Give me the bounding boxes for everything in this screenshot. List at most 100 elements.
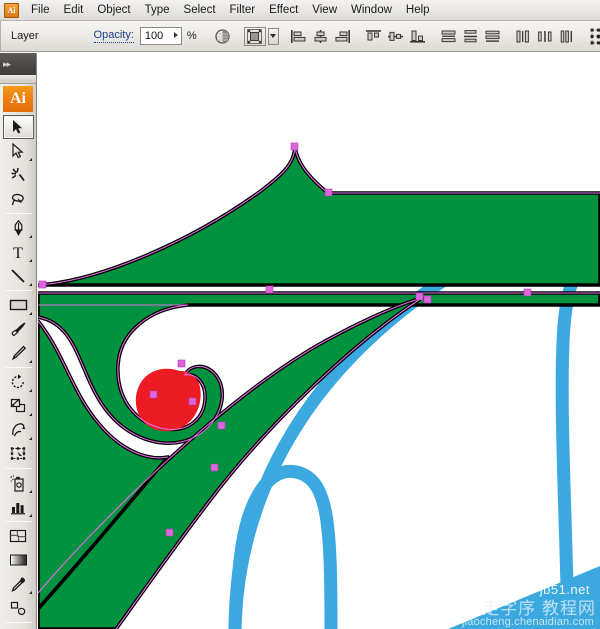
app-document-icon[interactable]: Ai: [4, 2, 19, 18]
menu-window[interactable]: Window: [344, 1, 399, 19]
align-top-icon[interactable]: [364, 26, 384, 47]
menu-filter-label: Filter: [229, 4, 256, 16]
symbol-sprayer-flyout-icon[interactable]: [28, 490, 32, 493]
menu-object[interactable]: Object: [90, 1, 137, 19]
menu-bar: Ai File Edit Object Type Select Filter E…: [0, 0, 600, 21]
control-panel: Layer Opacity: %: [0, 20, 600, 52]
align-middle-v-icon[interactable]: [386, 26, 406, 47]
align-center-h-icon[interactable]: [311, 26, 331, 47]
anchor-point[interactable]: [38, 280, 47, 289]
live-paint-bucket-tool[interactable]: [3, 625, 34, 629]
line-flyout-icon[interactable]: [28, 283, 32, 286]
menu-file[interactable]: File: [24, 1, 57, 19]
tools-panel-titlebar[interactable]: ▸▸: [0, 53, 36, 75]
anchor-point[interactable]: [217, 421, 226, 430]
align-left-icon[interactable]: [289, 26, 309, 47]
menu-type[interactable]: Type: [138, 1, 177, 19]
control-panel-grip[interactable]: [0, 20, 1, 52]
opacity-dropdown-arrow-icon[interactable]: [173, 32, 178, 38]
pencil-tool[interactable]: [3, 341, 34, 365]
tools-divider-6: [4, 622, 32, 623]
warp-flyout-icon[interactable]: [28, 437, 32, 440]
tools-divider-5: [4, 521, 32, 522]
anchor-point[interactable]: [149, 390, 158, 399]
align-bottom-icon[interactable]: [408, 26, 428, 47]
pen-flyout-icon[interactable]: [28, 235, 32, 238]
distribute-center-v-icon[interactable]: [461, 26, 481, 47]
menu-effect-label: Effect: [269, 4, 299, 16]
type-flyout-icon[interactable]: [28, 259, 32, 262]
menu-file-label: File: [31, 4, 50, 16]
direct-selection-flyout-icon[interactable]: [28, 158, 32, 161]
anchor-point[interactable]: [210, 463, 219, 472]
distribute-right-icon[interactable]: [558, 26, 578, 47]
anchor-point[interactable]: [265, 285, 274, 294]
distribute-bottom-icon[interactable]: [483, 26, 503, 47]
anchor-point[interactable]: [165, 528, 174, 537]
line-segment-tool[interactable]: [3, 264, 34, 288]
tools-panel-tab[interactable]: [0, 75, 36, 84]
column-graph-tool[interactable]: [3, 495, 34, 519]
pencil-flyout-icon[interactable]: [28, 360, 32, 363]
scale-flyout-icon[interactable]: [28, 413, 32, 416]
direct-selection-tool[interactable]: [3, 139, 34, 163]
selection-tool[interactable]: [2, 115, 34, 139]
rotate-flyout-icon[interactable]: [28, 389, 32, 392]
menu-effect[interactable]: Effect: [262, 1, 305, 19]
transparency-panel-icon[interactable]: [243, 26, 266, 46]
distribute-center-h-icon[interactable]: [536, 26, 556, 47]
distribute-top-icon[interactable]: [439, 26, 459, 47]
pen-tool[interactable]: [3, 216, 34, 240]
opacity-field[interactable]: [139, 27, 182, 45]
magic-wand-tool[interactable]: [3, 163, 34, 187]
anchor-point[interactable]: [415, 292, 424, 301]
lasso-tool[interactable]: [3, 187, 34, 211]
collapse-panel-icon[interactable]: ▸▸: [3, 59, 11, 70]
align-right-icon[interactable]: [333, 26, 353, 47]
anchor-point[interactable]: [188, 397, 197, 406]
artboard-canvas[interactable]: jb51.net 走字序 教程网 jiaocheng.chenaidian.co…: [38, 53, 600, 629]
paintbrush-tool[interactable]: [3, 317, 34, 341]
green-top-wing[interactable]: [38, 145, 600, 287]
menu-select[interactable]: Select: [177, 1, 223, 19]
scale-tool[interactable]: [3, 394, 34, 418]
opacity-label[interactable]: Opacity:: [93, 29, 134, 43]
warp-tool[interactable]: [3, 418, 34, 442]
opacity-mask-icon[interactable]: [213, 26, 233, 47]
rectangle-flyout-icon[interactable]: [28, 312, 32, 315]
control-object-type-label: Layer: [11, 30, 39, 42]
svg-text:T: T: [13, 245, 23, 261]
anchor-point[interactable]: [423, 295, 432, 304]
blend-tool[interactable]: [3, 596, 34, 620]
column-graph-flyout-icon[interactable]: [28, 514, 32, 517]
tools-divider-4: [4, 468, 32, 469]
gradient-tool[interactable]: [3, 548, 34, 572]
menu-object-label: Object: [97, 4, 131, 16]
menu-filter[interactable]: Filter: [223, 1, 263, 19]
anchor-point[interactable]: [523, 288, 532, 297]
anchor-point[interactable]: [177, 359, 186, 368]
menu-edit[interactable]: Edit: [57, 1, 91, 19]
menu-help[interactable]: Help: [399, 1, 437, 19]
anchor-point[interactable]: [324, 188, 333, 197]
eyedropper-flyout-icon[interactable]: [28, 591, 32, 594]
rectangle-tool[interactable]: [3, 293, 34, 317]
symbol-sprayer-tool[interactable]: [3, 471, 34, 495]
transform-panel-icon[interactable]: [589, 26, 600, 47]
tools-divider-3: [4, 367, 32, 368]
illustrator-logo-label: Ai: [10, 90, 26, 107]
menu-type-label: Type: [144, 4, 170, 16]
distribute-left-icon[interactable]: [514, 26, 534, 47]
blue-corner-band: [448, 566, 600, 629]
tools-divider-1: [4, 213, 32, 214]
transparency-flyout-arrow-icon[interactable]: [267, 27, 279, 45]
rotate-tool[interactable]: [3, 370, 34, 394]
anchor-point[interactable]: [290, 142, 299, 151]
menu-window-label: Window: [351, 4, 392, 16]
eyedropper-tool[interactable]: [3, 572, 34, 596]
mesh-tool[interactable]: [3, 524, 34, 548]
menu-view[interactable]: View: [305, 1, 344, 19]
free-transform-tool[interactable]: [3, 442, 34, 466]
tools-panel: ▸▸ Ai T: [0, 53, 37, 629]
type-tool[interactable]: T: [3, 240, 34, 264]
